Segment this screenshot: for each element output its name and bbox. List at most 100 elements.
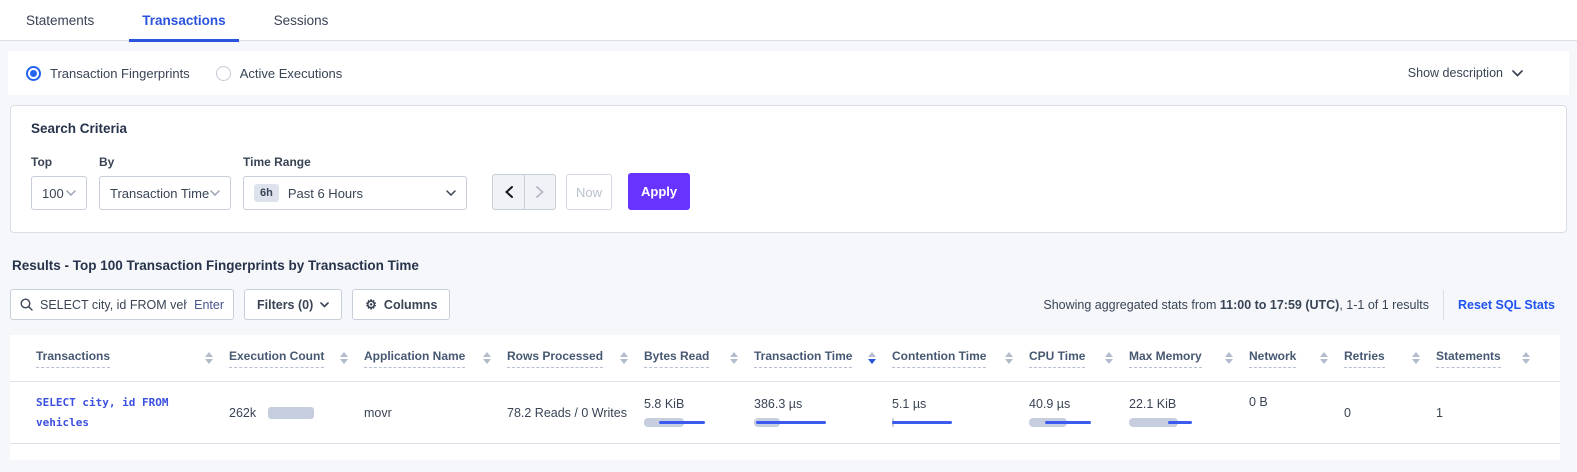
by-label: By: [99, 155, 231, 169]
top-select-value: 100: [42, 186, 64, 201]
chevron-down-icon: [66, 190, 76, 196]
sort-icon[interactable]: [483, 352, 491, 364]
search-input[interactable]: SELECT city, id FROM vehicles W: [40, 298, 187, 312]
sort-icon[interactable]: [1522, 352, 1530, 364]
mean-bar: [659, 421, 705, 424]
chevron-down-icon: [446, 190, 456, 196]
top-field: Top 100: [31, 155, 87, 210]
time-range-value: Past 6 Hours: [288, 186, 363, 201]
tab-sessions[interactable]: Sessions: [264, 0, 339, 41]
cell-application-name: movr: [364, 406, 507, 420]
columns-label: Columns: [384, 298, 437, 312]
by-select[interactable]: Transaction Time: [99, 176, 231, 210]
aggregated-stats-text: Showing aggregated stats from 11:00 to 1…: [1043, 298, 1429, 312]
column-header-application-name[interactable]: Application Name: [364, 349, 507, 368]
radio-active-executions[interactable]: Active Executions: [216, 66, 343, 81]
sort-icon[interactable]: [1412, 352, 1420, 364]
cell-statements: 1: [1436, 406, 1546, 420]
chevron-down-icon: [1512, 70, 1523, 77]
time-window-pager: [492, 174, 556, 210]
reset-sql-stats-link[interactable]: Reset SQL Stats: [1458, 298, 1555, 312]
search-icon: [20, 298, 33, 311]
radio-unselected-icon[interactable]: [216, 66, 231, 81]
sort-icon[interactable]: [1225, 352, 1233, 364]
column-header-retries[interactable]: Retries: [1344, 349, 1436, 368]
sort-icon[interactable]: [730, 352, 738, 364]
time-range-select[interactable]: 6h Past 6 Hours: [243, 176, 467, 210]
filters-label: Filters (0): [257, 298, 313, 312]
chevron-right-icon: [536, 186, 544, 198]
table-header-row: Transactions Execution Count Application…: [10, 335, 1560, 382]
cell-network: 0 B: [1249, 382, 1344, 409]
mean-bar: [892, 421, 952, 424]
show-description-label: Show description: [1408, 66, 1503, 80]
sort-icon[interactable]: [620, 352, 628, 364]
cell-execution-count: 262k: [229, 406, 364, 420]
table-row: SELECT city, id FROM vehicles 262k movr …: [10, 382, 1560, 444]
transaction-link[interactable]: SELECT city, id FROM vehicles: [36, 393, 213, 433]
enter-hint: Enter: [194, 298, 224, 312]
cell-contention-time: 5.1 µs: [892, 397, 1029, 428]
radio-transaction-fingerprints[interactable]: Transaction Fingerprints: [26, 66, 190, 81]
filters-button[interactable]: Filters (0): [244, 289, 342, 320]
time-range-field: Time Range 6h Past 6 Hours: [243, 155, 467, 210]
page-tabbar: Statements Transactions Sessions: [0, 0, 1577, 41]
chevron-left-icon: [505, 186, 513, 198]
column-header-max-memory[interactable]: Max Memory: [1129, 349, 1249, 368]
column-header-rows-processed[interactable]: Rows Processed: [507, 349, 644, 368]
view-mode-bar: Transaction Fingerprints Active Executio…: [8, 51, 1569, 95]
time-range-badge: 6h: [254, 184, 279, 202]
sort-icon-active-desc[interactable]: [868, 352, 876, 364]
execution-count-bar: [268, 407, 314, 419]
divider: [1443, 290, 1444, 320]
cell-transaction-fingerprint: SELECT city, id FROM vehicles: [36, 393, 229, 433]
column-header-network[interactable]: Network: [1249, 349, 1344, 368]
mean-bar: [756, 421, 826, 424]
radio-label: Transaction Fingerprints: [50, 66, 190, 81]
top-select[interactable]: 100: [31, 176, 87, 210]
column-header-transactions[interactable]: Transactions: [36, 349, 229, 368]
cell-cpu-time: 40.9 µs: [1029, 397, 1129, 428]
column-header-execution-count[interactable]: Execution Count: [229, 349, 364, 368]
cell-rows-processed: 78.2 Reads / 0 Writes: [507, 406, 644, 420]
sort-icon[interactable]: [205, 352, 213, 364]
tab-statements[interactable]: Statements: [16, 0, 104, 41]
radio-selected-icon[interactable]: [26, 66, 41, 81]
apply-button[interactable]: Apply: [628, 173, 690, 210]
search-criteria-card: Search Criteria Top 100 By Transaction T…: [10, 105, 1567, 233]
columns-button[interactable]: ⚙ Columns: [352, 289, 450, 320]
now-button[interactable]: Now: [566, 174, 612, 210]
show-description-toggle[interactable]: Show description: [1408, 66, 1551, 80]
column-header-statements[interactable]: Statements: [1436, 349, 1546, 368]
by-select-value: Transaction Time: [110, 186, 209, 201]
chevron-down-icon: [210, 190, 220, 196]
chevron-down-icon: [320, 302, 329, 308]
transactions-table: Transactions Execution Count Application…: [10, 335, 1560, 460]
results-toolbar: SELECT city, id FROM vehicles W Enter Fi…: [10, 289, 1567, 320]
cell-retries: 0: [1344, 406, 1436, 420]
cell-max-memory: 22.1 KiB: [1129, 397, 1249, 428]
search-box[interactable]: SELECT city, id FROM vehicles W Enter: [10, 289, 234, 320]
next-window-button[interactable]: [524, 175, 555, 209]
gear-icon: ⚙: [365, 298, 377, 311]
search-criteria-title: Search Criteria: [31, 121, 1546, 136]
sort-icon[interactable]: [340, 352, 348, 364]
column-header-contention-time[interactable]: Contention Time: [892, 349, 1029, 368]
mean-bar: [1168, 421, 1192, 424]
previous-window-button[interactable]: [493, 175, 524, 209]
mean-bar: [1045, 421, 1091, 424]
stats-time-range: 11:00 to 17:59 (UTC): [1220, 298, 1339, 312]
by-field: By Transaction Time: [99, 155, 231, 210]
top-label: Top: [31, 155, 87, 169]
sort-icon[interactable]: [1005, 352, 1013, 364]
results-heading: Results - Top 100 Transaction Fingerprin…: [12, 258, 1577, 273]
time-range-label: Time Range: [243, 155, 467, 169]
tab-transactions[interactable]: Transactions: [132, 0, 235, 41]
cell-bytes-read: 5.8 KiB: [644, 397, 754, 428]
radio-label: Active Executions: [240, 66, 343, 81]
column-header-cpu-time[interactable]: CPU Time: [1029, 349, 1129, 368]
column-header-bytes-read[interactable]: Bytes Read: [644, 349, 754, 368]
sort-icon[interactable]: [1320, 352, 1328, 364]
column-header-transaction-time[interactable]: Transaction Time: [754, 349, 892, 368]
sort-icon[interactable]: [1105, 352, 1113, 364]
